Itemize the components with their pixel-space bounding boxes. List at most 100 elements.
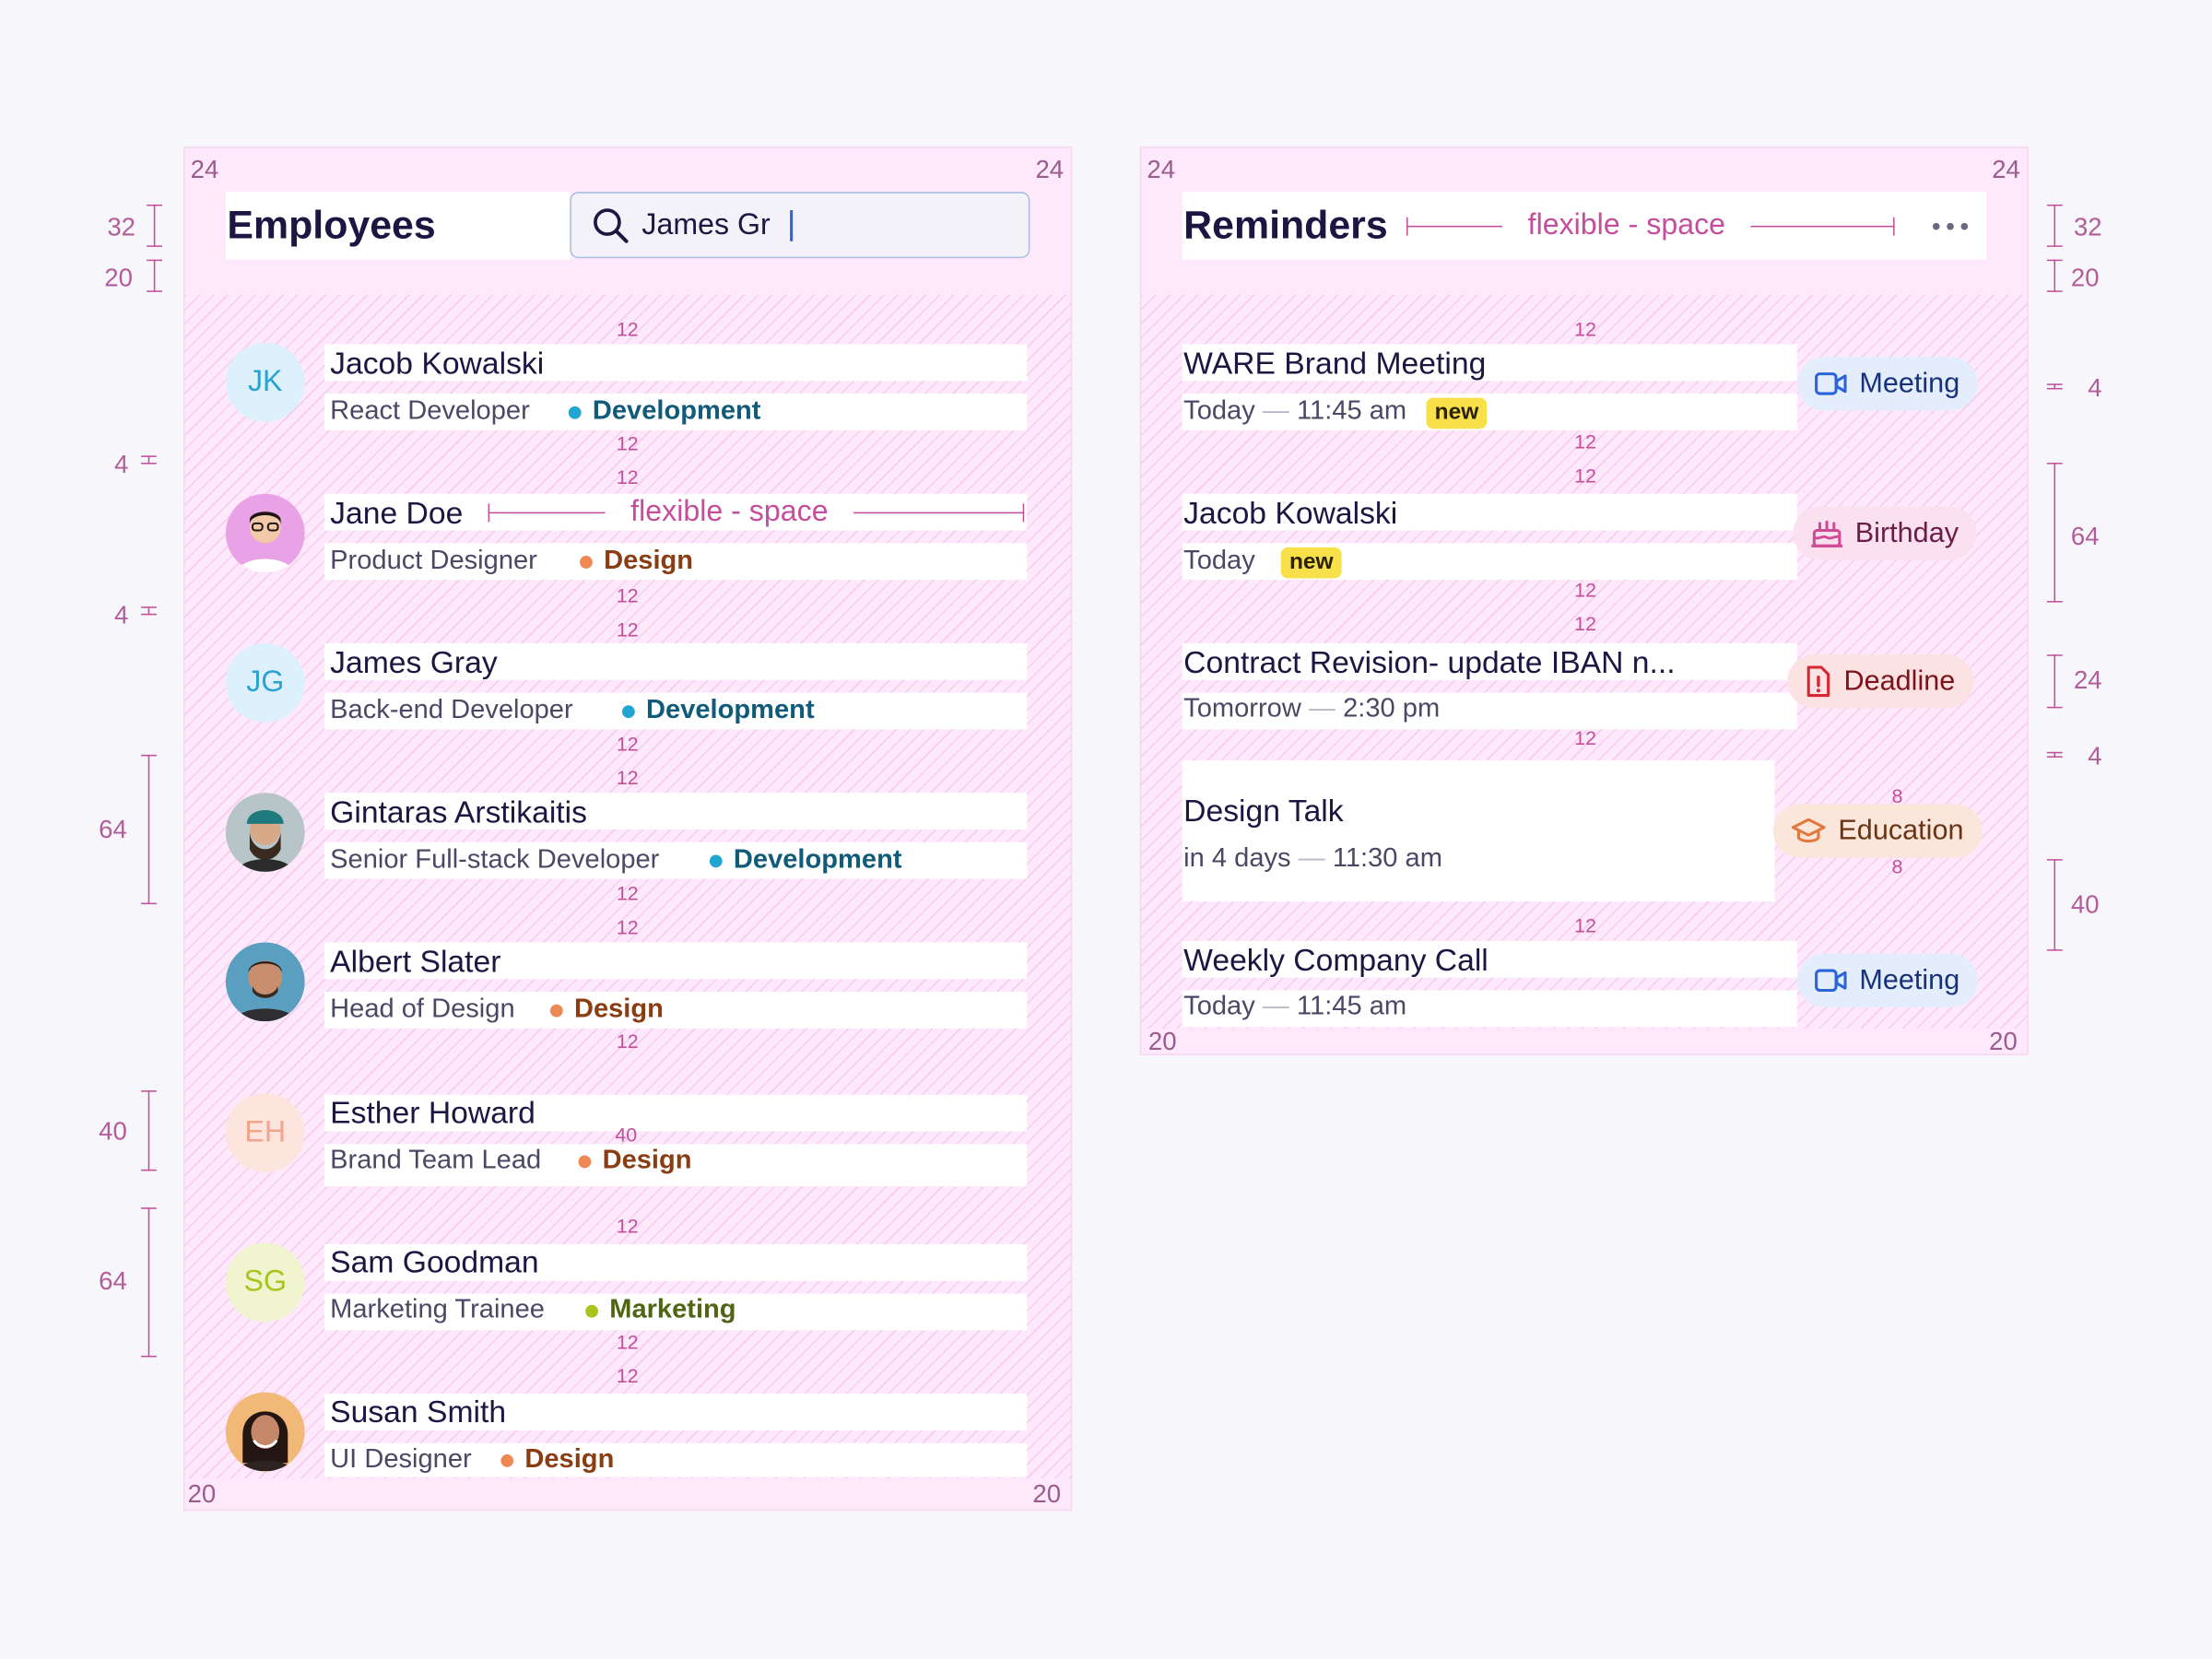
employee-role: React Developer (330, 396, 530, 427)
reminder-when: Today — 11:45 am (1183, 992, 1407, 1022)
pad-label: 24 (1992, 155, 2020, 183)
dimension-marker (141, 1090, 157, 1171)
avatar: JG (225, 642, 305, 723)
dimension-label: 32 (107, 213, 135, 241)
dimension-marker (2046, 751, 2063, 758)
category-chip[interactable]: Deadline (1787, 654, 1974, 709)
department-badge: Marketing (585, 1295, 736, 1326)
dimension-label: 20 (2070, 264, 2100, 292)
spacing-label: 12 (1574, 726, 1596, 749)
flexible-space-label: flexible - space (605, 495, 854, 529)
department-badge: Development (568, 396, 760, 428)
avatar (225, 942, 305, 1022)
category-chip[interactable]: Birthday (1793, 506, 1977, 560)
document-alert-icon (1806, 665, 1830, 698)
avatar (225, 1392, 305, 1472)
reminder-title[interactable]: Contract Revision- update IBAN n... (1183, 644, 1675, 681)
employee-name[interactable]: Esther Howard (330, 1095, 535, 1132)
reminder-when: Today — 11:45 am (1183, 396, 1407, 427)
spacing-label: 12 (616, 766, 639, 789)
pad-label: 20 (1032, 1479, 1062, 1509)
dimension-marker (2046, 463, 2063, 603)
spacing-label: 12 (1574, 612, 1596, 635)
reminder-title[interactable]: Jacob Kowalski (1183, 495, 1397, 532)
dimension-label: 24 (2073, 665, 2102, 695)
spacing-label: 12 (1574, 317, 1596, 340)
pad-label: 24 (1147, 155, 1176, 183)
spacing-label: 12 (616, 431, 639, 454)
employee-name[interactable]: Jane Doe (330, 495, 463, 532)
spacing-label: 12 (616, 618, 639, 641)
dimension-marker (147, 259, 163, 292)
dimension-marker (2046, 654, 2063, 709)
reminder-when: Today (1183, 546, 1255, 576)
category-chip[interactable]: Meeting (1796, 953, 1979, 1007)
employee-name[interactable]: Albert Slater (330, 944, 500, 981)
reminder-title[interactable]: Weekly Company Call (1183, 942, 1488, 979)
dimension-label: 32 (2073, 213, 2102, 241)
employee-name[interactable]: Gintaras Arstikaitis (330, 794, 587, 831)
pad-label: 24 (1035, 155, 1065, 183)
spacing-label: 12 (616, 1364, 639, 1387)
employee-name[interactable]: Sam Goodman (330, 1244, 538, 1281)
reminders-title: Reminders (1183, 203, 1388, 247)
cake-icon (1811, 520, 1842, 547)
text-caret (790, 210, 794, 241)
flexible-space-label: flexible - space (1502, 208, 1751, 243)
search-input[interactable]: James Gr (570, 192, 1030, 259)
employee-role: Head of Design (330, 994, 515, 1025)
reminder-when: in 4 days — 11:30 am (1183, 843, 1442, 874)
employee-name[interactable]: Susan Smith (330, 1394, 506, 1430)
avatar: SG (225, 1242, 305, 1323)
pad-label: 20 (187, 1479, 217, 1509)
employee-name[interactable]: James Gray (330, 644, 498, 681)
spacing-label: 12 (616, 317, 639, 340)
dimension-marker (141, 1207, 157, 1358)
spacing-label: 12 (616, 1030, 639, 1053)
dimension-label: 20 (104, 264, 133, 292)
employee-role: Brand Team Lead (330, 1145, 542, 1175)
dimension-marker (141, 455, 157, 465)
department-badge: Design (500, 1444, 614, 1476)
pad-label: 20 (1989, 1027, 2018, 1055)
spacing-label: 12 (616, 465, 639, 488)
dimension-marker (2046, 859, 2063, 951)
employees-title: Employees (227, 203, 436, 247)
dimension-label: 40 (2070, 889, 2100, 919)
reminder-title[interactable]: WARE Brand Meeting (1183, 346, 1486, 382)
employee-role: Marketing Trainee (330, 1295, 545, 1325)
spacing-label: 8 (1891, 854, 1903, 878)
dimension-marker (2046, 204, 2063, 247)
pad-label: 20 (1147, 1027, 1177, 1055)
avatar: JK (225, 342, 305, 422)
department-badge: Design (549, 994, 664, 1026)
spacing-label: 12 (1574, 578, 1596, 602)
spacing-label: 12 (616, 1214, 639, 1238)
reminder-when: Tomorrow — 2:30 pm (1183, 694, 1441, 724)
reminder-title[interactable]: Design Talk (1183, 793, 1343, 830)
category-chip[interactable]: Meeting (1796, 357, 1979, 411)
spacing-label: 12 (616, 881, 639, 905)
employee-name[interactable]: Jacob Kowalski (330, 346, 544, 382)
graduation-cap-icon (1791, 818, 1826, 843)
spacing-label: 12 (616, 1330, 639, 1353)
spacing-label: 40 (615, 1123, 638, 1146)
video-camera-icon (1815, 372, 1847, 395)
department-badge: Development (709, 845, 902, 877)
avatar: EH (225, 1093, 305, 1172)
department-badge: Development (621, 696, 815, 727)
new-badge: new (1426, 397, 1488, 429)
more-horizontal-icon[interactable] (1932, 222, 1969, 230)
employee-role: Back-end Developer (330, 695, 573, 725)
dimension-label: 64 (2070, 522, 2100, 550)
employee-role: Senior Full-stack Developer (330, 844, 660, 875)
dimension-marker (2046, 259, 2063, 292)
dimension-label: 40 (99, 1117, 127, 1146)
dimension-label: 4 (2088, 742, 2102, 771)
dimension-label: 4 (2088, 373, 2102, 403)
dimension-label: 4 (113, 601, 129, 629)
employee-role: Product Designer (330, 546, 537, 576)
category-chip[interactable]: Education (1772, 804, 1983, 858)
dimension-marker (147, 204, 163, 247)
avatar (225, 493, 305, 573)
